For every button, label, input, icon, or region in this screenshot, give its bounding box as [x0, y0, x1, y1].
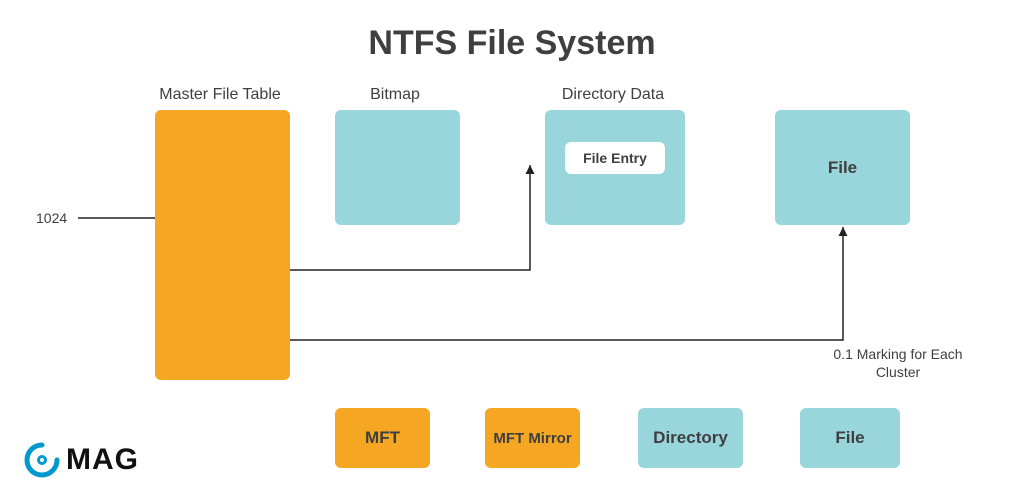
brand-logo: MAG — [24, 442, 139, 478]
legend-mft-mirror: MFT Mirror — [485, 408, 580, 468]
legend-mft: MFT — [335, 408, 430, 468]
legend-directory: Directory — [638, 408, 743, 468]
legend-file: File — [800, 408, 900, 468]
box-file: File — [775, 110, 910, 225]
label-master-file-table: Master File Table — [140, 86, 300, 104]
logo-icon — [24, 442, 60, 478]
diagram-title: NTFS File System — [0, 24, 1024, 63]
box-master-file-table — [155, 110, 290, 380]
box-directory-data: File Entry — [545, 110, 685, 225]
label-directory-data: Directory Data — [538, 86, 688, 104]
side-label-1024: 1024 — [36, 210, 67, 226]
logo-text: MAG — [66, 443, 139, 477]
box-bitmap — [335, 110, 460, 225]
note-marking: 0.1 Marking for Each Cluster — [818, 345, 978, 381]
badge-file-entry: File Entry — [565, 142, 665, 174]
label-bitmap: Bitmap — [330, 86, 460, 104]
